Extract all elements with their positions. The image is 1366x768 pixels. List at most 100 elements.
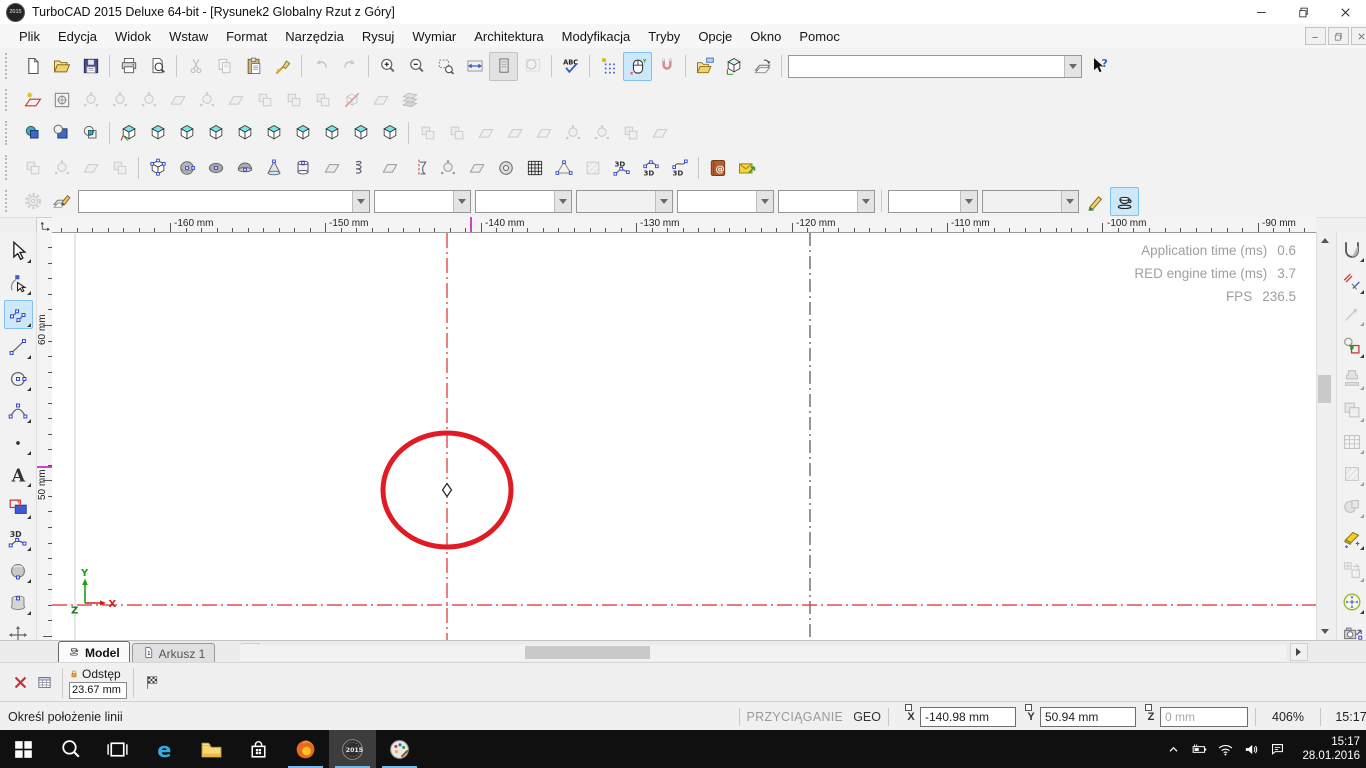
toolbar-combobox[interactable]: [982, 190, 1079, 213]
snap-mode-label[interactable]: PRZYCIĄGANIE: [747, 710, 844, 724]
zoom-window-button[interactable]: [431, 52, 460, 81]
magnet-point-button[interactable]: [652, 52, 681, 81]
arc-3d-button[interactable]: 3D: [636, 153, 665, 182]
taskbar-start-button[interactable]: [0, 730, 47, 768]
iso-cube-7-button[interactable]: [317, 119, 346, 148]
tab-scroll-right-button[interactable]: [1290, 643, 1308, 661]
taskbar-task-view-button[interactable]: [94, 730, 141, 768]
vertical-scrollbar-thumb[interactable]: [1318, 375, 1331, 403]
spline-3d-button[interactable]: 3D: [665, 153, 694, 182]
tray-wifi-button[interactable]: [1212, 730, 1238, 768]
page-view-button[interactable]: [489, 52, 518, 81]
taskbar-paint-button[interactable]: [376, 730, 423, 768]
toolbar-combobox[interactable]: [576, 190, 673, 213]
toolbar-grip[interactable]: [5, 155, 13, 180]
mdi-restore-button[interactable]: [1328, 27, 1349, 45]
scroll-down-button[interactable]: [1317, 624, 1333, 640]
menu-opcje[interactable]: Opcje: [689, 26, 741, 47]
menu-pomoc[interactable]: Pomoc: [790, 26, 848, 47]
iso-cube-8-button[interactable]: [346, 119, 375, 148]
toolbar-combobox[interactable]: [888, 190, 978, 213]
sphere-tool-button[interactable]: [4, 556, 33, 585]
mdi-minimize-button[interactable]: [1305, 27, 1326, 45]
zoom-in-button[interactable]: [373, 52, 402, 81]
toolbar-combobox[interactable]: [677, 190, 774, 213]
format-brush-button[interactable]: [268, 52, 297, 81]
image-tool-button[interactable]: [4, 492, 33, 521]
bool-union-button[interactable]: [18, 119, 47, 148]
revolve-3d-button[interactable]: [404, 153, 433, 182]
restore-button[interactable]: [1282, 0, 1324, 24]
hemisphere-3d-button[interactable]: [230, 153, 259, 182]
taskbar-firefox-button[interactable]: [282, 730, 329, 768]
taskbar-edge-button[interactable]: e: [141, 730, 188, 768]
paste-button[interactable]: [239, 52, 268, 81]
cancel-button[interactable]: [8, 671, 32, 695]
line-tool-button[interactable]: [4, 332, 33, 361]
taskbar-search-button[interactable]: [47, 730, 94, 768]
finish-button[interactable]: [140, 671, 164, 695]
menu-edycja[interactable]: Edycja: [49, 26, 106, 47]
sheet-tab-model[interactable]: Model: [58, 641, 130, 663]
layer-edit-button[interactable]: [47, 187, 76, 216]
z-coordinate-field[interactable]: 0 mm: [1160, 707, 1248, 727]
wedge-3d-button[interactable]: [317, 153, 346, 182]
menu-architektura[interactable]: Architektura: [465, 26, 552, 47]
taskbar-file-explorer-button[interactable]: [188, 730, 235, 768]
calculator-table-button[interactable]: [32, 671, 56, 695]
polyline3d-a-button[interactable]: 3D: [607, 153, 636, 182]
scroll-up-button[interactable]: [1317, 232, 1333, 248]
y-coordinate-field[interactable]: 50.94 mm: [1040, 707, 1136, 727]
render-cup-button[interactable]: [1110, 187, 1139, 216]
polyline-3d-tool-button[interactable]: 3D: [4, 524, 33, 553]
iso-cube-5-button[interactable]: [259, 119, 288, 148]
folder-open-button[interactable]: [47, 52, 76, 81]
arc-tool-button[interactable]: [4, 396, 33, 425]
toolbar-combobox[interactable]: [78, 190, 370, 213]
geo-mode-label[interactable]: GEO: [853, 710, 881, 724]
eraser-tool-button[interactable]: [1338, 524, 1366, 552]
taskbar-turbocad-button[interactable]: 2015: [329, 730, 376, 768]
mouse-snap-button[interactable]: Yx: [623, 52, 652, 81]
plane-tri-button[interactable]: [549, 153, 578, 182]
menu-wstaw[interactable]: Wstaw: [160, 26, 217, 47]
print-button[interactable]: [114, 52, 143, 81]
mesh-grid-button[interactable]: [520, 153, 549, 182]
text-tool-button[interactable]: A: [4, 460, 33, 489]
toolbar-combobox[interactable]: [475, 190, 572, 213]
workplane-flash-button[interactable]: [18, 86, 47, 115]
mdi-close-button[interactable]: [1351, 27, 1366, 45]
zoom-ext-button[interactable]: [460, 52, 489, 81]
grid-points-button[interactable]: [594, 52, 623, 81]
zoom-level[interactable]: 406%: [1263, 710, 1313, 724]
taskbar-store-button[interactable]: [235, 730, 282, 768]
drawing-canvas[interactable]: YXZ Application time (ms)0.6RED engine t…: [52, 232, 1316, 641]
fillet-tool-button[interactable]: [1338, 236, 1366, 264]
point-tool-button[interactable]: [4, 428, 33, 457]
cone-3d-button[interactable]: [259, 153, 288, 182]
iso-cube-6-button[interactable]: [288, 119, 317, 148]
pen-edit-button[interactable]: [1081, 187, 1110, 216]
horizontal-scrollbar-thumb[interactable]: [525, 646, 650, 659]
snap-center-button[interactable]: [1338, 588, 1366, 616]
extrude-tool-button[interactable]: [4, 588, 33, 617]
doc-new-button[interactable]: [18, 52, 47, 81]
menu-narzędzia[interactable]: Narzędzia: [276, 26, 353, 47]
workplane-stack-button[interactable]: [748, 52, 777, 81]
sheet-tab-arkusz-1[interactable]: 1Arkusz 1: [132, 643, 216, 663]
tray-chevron-up-button[interactable]: [1160, 730, 1186, 768]
toolbar-combobox[interactable]: [374, 190, 471, 213]
menu-wymiar[interactable]: Wymiar: [403, 26, 465, 47]
ellipsoid-3d-button[interactable]: [201, 153, 230, 182]
cube-ws-button[interactable]: [114, 119, 143, 148]
copy-entity-button[interactable]: [1338, 332, 1366, 360]
toolbar-combobox[interactable]: [788, 55, 1082, 78]
tray-action-center-button[interactable]: [1264, 730, 1290, 768]
pipe-b-button[interactable]: [462, 153, 491, 182]
bool-intersect-button[interactable]: [76, 119, 105, 148]
symbols-open-button[interactable]: [690, 52, 719, 81]
washer-3d-button[interactable]: [491, 153, 520, 182]
menu-modyfikacja[interactable]: Modyfikacja: [553, 26, 640, 47]
box-3d-button[interactable]: [143, 153, 172, 182]
cube-axes-button[interactable]: [719, 52, 748, 81]
